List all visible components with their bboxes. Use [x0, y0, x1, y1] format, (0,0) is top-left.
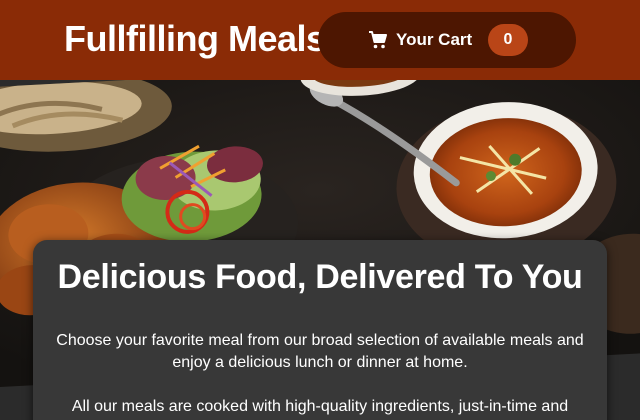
- page: Fullfilling Meals Your Cart 0 Delicious …: [0, 0, 640, 420]
- brand-title: Fullfilling Meals: [64, 18, 326, 59]
- cart-count-badge: 0: [488, 24, 528, 56]
- summary-paragraph-1: Choose your favorite meal from our broad…: [56, 332, 584, 371]
- app-header: Fullfilling Meals Your Cart 0: [0, 0, 640, 80]
- cart-icon: [368, 30, 388, 50]
- summary-title: Delicious Food, Delivered To You: [57, 258, 583, 296]
- cart-button[interactable]: Your Cart 0: [318, 12, 576, 68]
- summary-paragraph-2: All our meals are cooked with high-quali…: [71, 398, 569, 415]
- summary-card: Delicious Food, Delivered To You Choose …: [33, 240, 607, 420]
- cart-label: Your Cart: [396, 30, 473, 49]
